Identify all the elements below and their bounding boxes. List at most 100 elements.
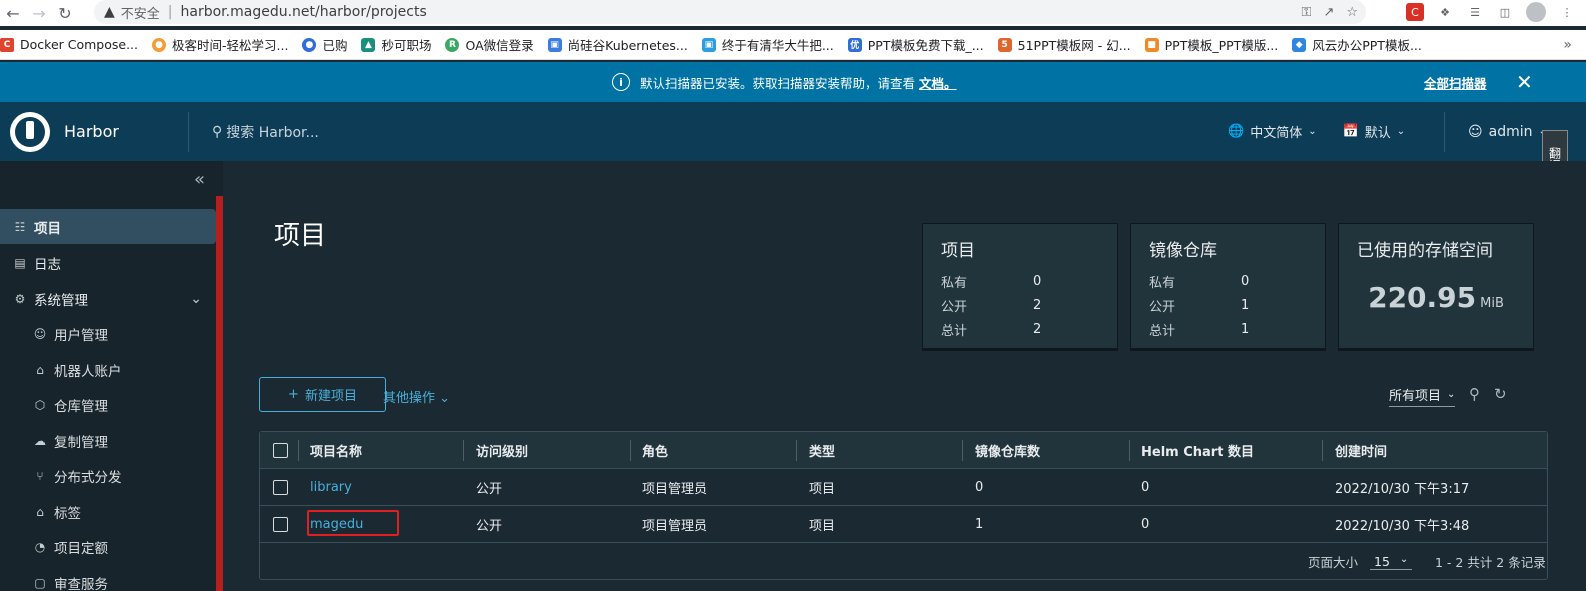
sidebar-item-projects[interactable]: ☷ 项目 (0, 209, 216, 244)
global-search[interactable]: ⚲ 搜索 Harbor... (212, 122, 319, 142)
page-size-select[interactable]: 15 ⌄ (1370, 553, 1413, 570)
separator: | (167, 4, 173, 20)
refresh-icon[interactable]: ↻ (1494, 385, 1507, 403)
language-label: 中文简体 (1250, 126, 1303, 141)
bookmark[interactable]: C Docker Compose... (0, 37, 138, 52)
brand-name[interactable]: Harbor (64, 122, 119, 141)
sidebar-item-label: 分布式分发 (54, 469, 122, 486)
star-icon[interactable]: ☆ (1346, 5, 1358, 20)
bookmarks-overflow-icon[interactable]: » (1563, 37, 1572, 53)
chevron-down-icon: ⌄ (1447, 389, 1456, 400)
collapse-sidebar-icon[interactable]: « (194, 169, 205, 190)
user-menu[interactable]: ☺ admin ⌄ (1468, 124, 1547, 140)
column-header[interactable]: 角色 (642, 441, 668, 460)
bookmark[interactable]: ▲ 秒可职场 (361, 35, 431, 54)
address-bar[interactable]: ▲ 不安全 | harbor.magedu.net/harbor/project… (94, 0, 1366, 24)
key-icon[interactable]: ⚿ (1302, 5, 1312, 20)
new-project-button[interactable]: + 新建项目 (259, 377, 386, 412)
sidebar-item-distributions[interactable]: ⑂ 分布式分发 (0, 458, 216, 493)
table-row[interactable]: magedu 公开 项目管理员 项目 1 0 2022/10/30 下午3:48 (260, 506, 1547, 543)
scrollbar[interactable] (216, 196, 223, 591)
sidebar-item-labels[interactable]: ⌂ 标签 (0, 494, 216, 529)
column-header[interactable]: 项目名称 (310, 441, 362, 460)
list-icon[interactable]: ☰ (1466, 3, 1484, 21)
puzzle-icon[interactable]: ❖ (1436, 3, 1454, 21)
bookmark-label: PPT模板免费下载_... (867, 38, 984, 53)
other-actions-dropdown[interactable]: 其他操作 ⌄ (383, 387, 450, 406)
all-scanners-link[interactable]: 全部扫描器 (1424, 73, 1487, 92)
app-header: Harbor ⚲ 搜索 Harbor... 🌐 中文简体 ⌄ 📅 默认 ⌄ ☺ … (0, 102, 1586, 161)
cloud-icon: ☁ (34, 433, 46, 448)
bookmark[interactable]: 优 PPT模板免费下载_... (847, 35, 984, 54)
reload-icon[interactable]: ↻ (52, 4, 78, 23)
datetime-selector[interactable]: 📅 默认 ⌄ (1343, 122, 1406, 141)
search-input[interactable]: 搜索 Harbor... (226, 122, 319, 142)
bookmark[interactable]: ▣ 终于有清华大牛把... (701, 35, 834, 54)
card-row-value: 1 (1241, 321, 1250, 337)
column-header[interactable]: 镜像仓库数 (975, 441, 1040, 460)
bookmark-label: OA微信登录 (465, 38, 534, 53)
extension-icon[interactable]: C (1406, 3, 1424, 21)
sidebar-item-label: 项目定额 (54, 540, 108, 557)
bookmark-label: 秒可职场 (381, 38, 432, 53)
sidebar-item-robot-accounts[interactable]: ⌂ 机器人账户 (0, 352, 216, 387)
card-row-value: 2 (1033, 297, 1042, 313)
card-title: 项目 (941, 241, 975, 261)
banner-text: 默认扫描器已安装。获取扫描器安装帮助，请查看 (640, 75, 916, 91)
bookmark[interactable]: ■ PPT模板_PPT模版... (1144, 35, 1278, 54)
harbor-logo[interactable] (10, 111, 50, 152)
bookmark-icon: ● (152, 37, 166, 52)
project-name-link[interactable]: library (310, 480, 352, 495)
search-icon[interactable]: ⚲ (1469, 385, 1480, 403)
users-icon: ☺ (33, 326, 47, 341)
column-header[interactable]: 访问级别 (476, 441, 528, 460)
bookmark[interactable]: 5 51PPT模板网 - 幻... (997, 35, 1131, 54)
filter-label: 所有项目 (1389, 389, 1442, 404)
chart-count: 0 (1141, 516, 1150, 532)
bookmark-icon: 5 (997, 37, 1012, 52)
sidepanel-icon[interactable]: ◫ (1496, 3, 1514, 21)
access-level: 公开 (476, 481, 503, 497)
column-header[interactable]: 创建时间 (1335, 441, 1387, 460)
bookmark-icon: ■ (1144, 37, 1159, 52)
menu-icon[interactable]: ⋮ (1558, 3, 1576, 21)
sidebar-item-registries[interactable]: ⬡ 仓库管理 (0, 387, 216, 422)
project-filter-select[interactable]: 所有项目 ⌄ (1389, 385, 1456, 407)
sidebar-item-interrogation-services[interactable]: ▢ 审查服务 (0, 565, 216, 591)
select-all-checkbox[interactable] (273, 442, 288, 458)
sidebar-item-quotas[interactable]: ◔ 项目定额 (0, 529, 216, 564)
bookmark-icon: C (0, 37, 14, 52)
profile-icon[interactable] (1526, 2, 1546, 22)
url-text[interactable]: harbor.magedu.net/harbor/projects (181, 4, 427, 20)
tag-icon: ⌂ (36, 504, 44, 519)
bookmark[interactable]: ● 极客时间-轻松学习... (152, 35, 288, 54)
back-icon[interactable]: ← (0, 4, 26, 23)
column-header[interactable]: Helm Chart 数目 (1141, 441, 1254, 460)
sidebar-item-users[interactable]: ☺ 用户管理 (0, 316, 216, 351)
bookmark[interactable]: ◆ 风云办公PPT模板... (1292, 35, 1422, 54)
bookmark-icon: 优 (847, 37, 862, 52)
page-size-value: 15 (1374, 553, 1390, 569)
forward-icon[interactable]: → (26, 4, 52, 23)
bookmark-icon: ◆ (1292, 37, 1307, 52)
row-checkbox[interactable] (273, 516, 288, 532)
language-selector[interactable]: 🌐 中文简体 ⌄ (1228, 122, 1317, 141)
sidebar-item-administration[interactable]: ⚙ 系统管理 ⌄ (0, 281, 216, 316)
share-icon[interactable]: ↗ (1323, 5, 1334, 20)
bookmark[interactable]: R OA微信登录 (445, 35, 534, 54)
other-actions-label: 其他操作 (383, 391, 436, 406)
sidebar-item-logs[interactable]: ▤ 日志 (0, 245, 216, 280)
column-header[interactable]: 类型 (809, 441, 835, 460)
table-row[interactable]: library 公开 项目管理员 项目 0 0 2022/10/30 下午3:1… (260, 469, 1547, 506)
bookmark[interactable]: ● 已购 (302, 35, 347, 54)
docs-link[interactable]: 文档。 (919, 76, 957, 91)
sidebar-item-label: 标签 (54, 505, 81, 522)
sidebar-item-replications[interactable]: ☁ 复制管理 (0, 423, 216, 458)
bookmark[interactable]: ▣ 尚硅谷Kubernetes... (547, 35, 688, 54)
sidebar-item-label: 机器人账户 (54, 363, 122, 380)
bookmark-label: Docker Compose... (20, 37, 138, 52)
registry-icon: ⬡ (34, 397, 46, 412)
bookmark-icon: ▣ (547, 37, 562, 52)
row-checkbox[interactable] (273, 479, 288, 495)
close-icon[interactable]: ✕ (1516, 70, 1533, 94)
